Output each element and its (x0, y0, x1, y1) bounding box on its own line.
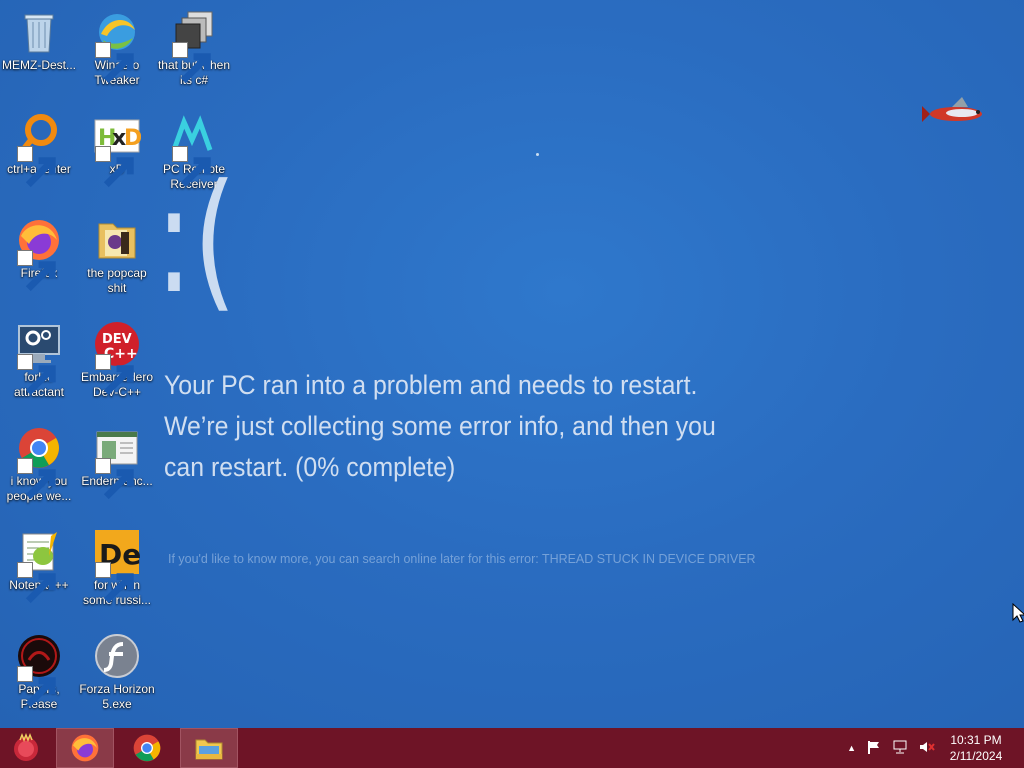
shortcut-arrow-icon (95, 42, 134, 84)
notepadpp-icon (15, 528, 63, 604)
desktop-icon-notepadpp[interactable]: Notepad++ (0, 520, 78, 620)
start-orb-icon (14, 732, 38, 761)
de-icon: De (93, 528, 141, 604)
desktop-icon-russi[interactable]: De for when some russi... (78, 520, 156, 620)
taskbar-firefox-button[interactable] (56, 728, 114, 768)
shortcut-arrow-icon (17, 146, 56, 188)
window-app-icon (93, 424, 141, 500)
mouse-cursor-icon (1012, 603, 1024, 623)
icon-label: Forza Horizon 5.exe (79, 682, 155, 711)
bsod-message: Your PC ran into a problem and needs to … (164, 370, 716, 482)
firefox-icon (71, 734, 99, 762)
shortcut-arrow-icon (17, 458, 56, 500)
folder-icon (93, 216, 141, 264)
svg-text:DEV: DEV (102, 332, 132, 347)
recycle-bin-icon (15, 8, 63, 56)
bsod-error-info: If you'd like to know more, you can sear… (168, 551, 756, 566)
desktop-icon-papers-please[interactable]: Papers, Please (0, 624, 78, 724)
shortcut-arrow-icon (95, 562, 134, 604)
start-button[interactable] (0, 728, 52, 768)
taskbar: ▲ 10:31 PM 2/11/2024 (0, 728, 1024, 768)
desktop-icon-forza[interactable]: Forza Horizon 5.exe (78, 624, 156, 724)
shortcut-arrow-icon (17, 562, 56, 604)
network-icon[interactable] (892, 739, 908, 758)
shortcut-arrow-icon (17, 354, 56, 396)
shortcut-arrow-icon (172, 42, 211, 84)
computer-settings-icon (15, 320, 63, 396)
desktop-icon-winaero[interactable]: Winaero Tweaker (78, 0, 156, 100)
taskbar-file-explorer-button[interactable] (180, 728, 238, 768)
hxd-icon: HxD (93, 112, 141, 188)
devcpp-icon: DEV C++ (93, 320, 141, 396)
orange-ring-icon (15, 112, 63, 188)
system-tray: ▲ (847, 728, 936, 768)
stacked-windows-icon (170, 8, 218, 84)
desktop-icon-csharp[interactable]: that but when its c# (155, 0, 233, 100)
shortcut-arrow-icon (17, 250, 56, 292)
desktop-icon-chrome[interactable]: i know you people we... (0, 416, 78, 516)
desktop-icon-devcpp[interactable]: DEV C++ Embarcadero Dev-C++ (78, 312, 156, 412)
desktop-icon-popcap[interactable]: the popcap shit (78, 208, 156, 308)
chrome-icon (133, 734, 161, 762)
shortcut-arrow-icon (95, 146, 134, 188)
shortcut-arrow-icon (17, 666, 56, 708)
desktop-icon-ctrl-a-enter[interactable]: ctrl+a, enter (0, 104, 78, 204)
flying-fish-icon (922, 97, 982, 122)
file-explorer-icon (195, 739, 223, 760)
winaero-tweaker-icon (93, 8, 141, 84)
firefox-icon (15, 216, 63, 292)
chrome-icon (15, 424, 63, 500)
desktop-icon-memz[interactable]: MEMZ-Dest... (0, 0, 78, 100)
show-hidden-icons-button[interactable]: ▲ (847, 743, 856, 753)
papers-please-icon (15, 632, 63, 708)
taskbar-chrome-button[interactable] (118, 728, 176, 768)
volume-muted-icon[interactable] (918, 739, 936, 758)
desktop-icon-forkie-attractant[interactable]: forkie attractant (0, 312, 78, 412)
icon-label: the popcap shit (87, 266, 147, 295)
desktop-icon-endermanch[interactable]: Endermanc... (78, 416, 156, 516)
stray-dot (536, 153, 539, 156)
sad-face: :( (155, 153, 237, 327)
desktop[interactable]: MEMZ-Dest... ctrl+a, enter Firefox forki… (0, 0, 1024, 728)
desktop-icon-firefox[interactable]: Firefox (0, 208, 78, 308)
flash-icon (93, 632, 141, 680)
clock-date: 2/11/2024 (949, 749, 1003, 763)
icon-label: MEMZ-Dest... (2, 58, 76, 72)
shortcut-arrow-icon (95, 354, 134, 396)
action-center-flag-icon[interactable] (866, 739, 882, 758)
desktop-icon-xd[interactable]: HxD xD (78, 104, 156, 204)
shortcut-arrow-icon (95, 458, 134, 500)
clock-time: 10:31 PM (950, 733, 1002, 747)
taskbar-clock[interactable]: 10:31 PM 2/11/2024 (936, 732, 1016, 764)
